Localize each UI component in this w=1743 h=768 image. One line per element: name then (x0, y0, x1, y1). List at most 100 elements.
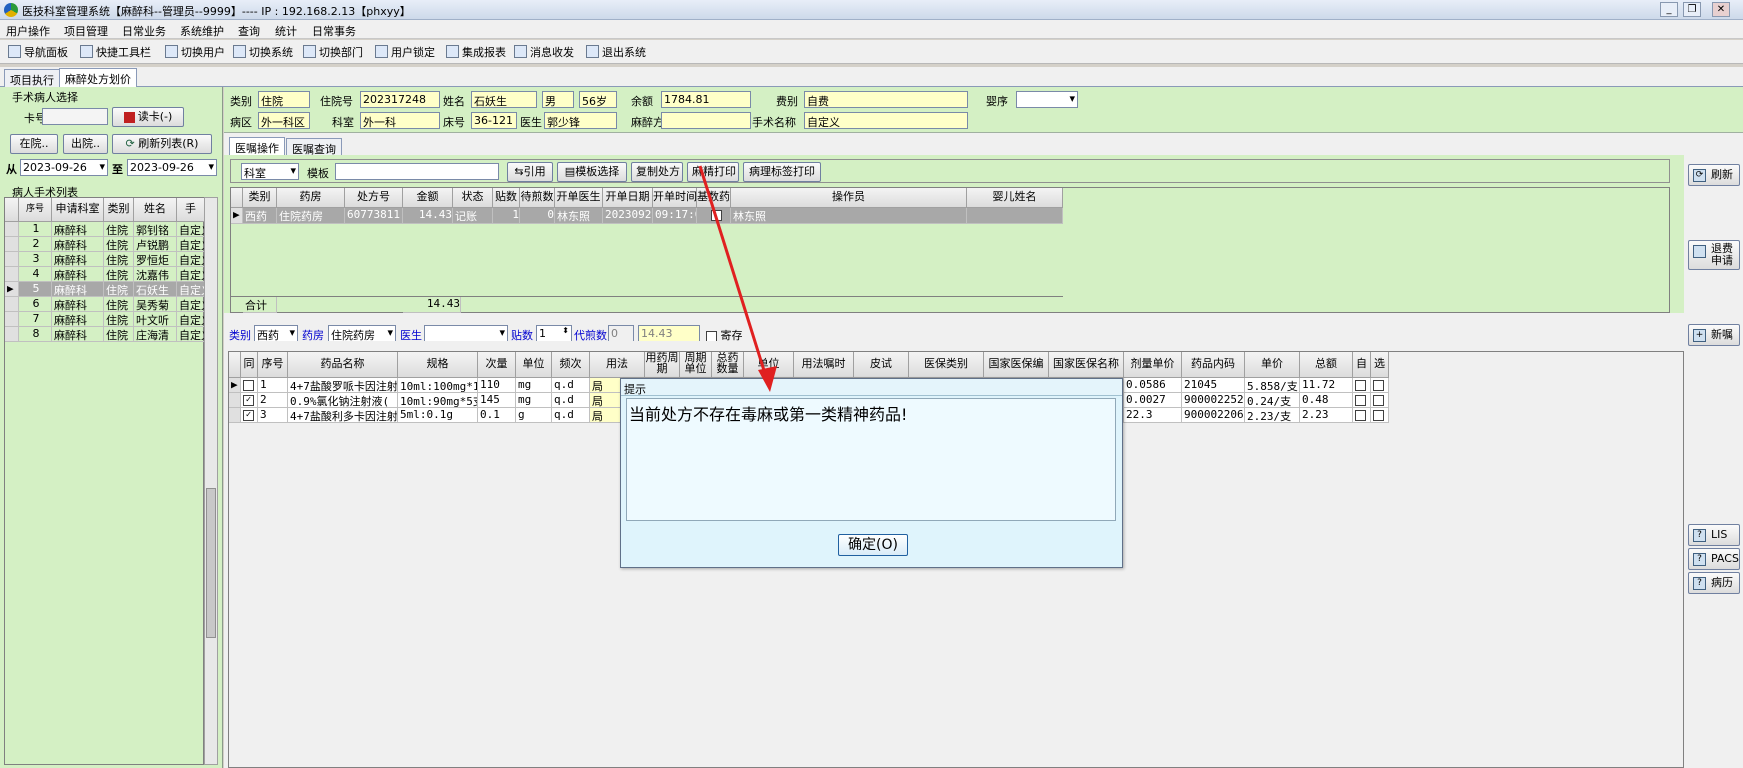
drug-col-header-14[interactable]: 医保类别 (909, 352, 984, 378)
col-header-1[interactable]: 申请科室 (52, 198, 104, 222)
order-col-header-9[interactable]: 开单时间 (653, 188, 697, 208)
ok-button[interactable]: 确定(O) (838, 534, 908, 556)
drug-col-header-1[interactable]: 序号 (258, 352, 288, 378)
user-lock-button[interactable]: 用户锁定 (375, 44, 435, 60)
tab-order-query[interactable]: 医嘱查询 (286, 138, 342, 156)
checkbox-icon[interactable] (706, 330, 717, 342)
lis-button[interactable]: ? LIS (1688, 524, 1740, 546)
list-item[interactable]: 6麻醉科住院吴秀菊自定义 (5, 297, 205, 313)
switch-system-button[interactable]: 切换系统 (233, 44, 293, 60)
medical-record-button[interactable]: ? 病历 (1688, 572, 1740, 594)
new-order-button[interactable]: + 新嘱 (1688, 324, 1740, 346)
order-col-header-8[interactable]: 开单日期 (603, 188, 653, 208)
copy-rx-button[interactable]: 复制处方 (631, 162, 683, 182)
pacs-button[interactable]: ? PACS (1688, 548, 1740, 570)
nav-panel-button[interactable]: 导航面板 (8, 44, 68, 60)
tab-order-ops[interactable]: 医嘱操作 (229, 137, 285, 155)
exit-system-button[interactable]: 退出系统 (586, 44, 646, 60)
drug-col-header-16[interactable]: 国家医保名称 (1049, 352, 1124, 378)
drug-col-header-0[interactable]: 同组 (241, 352, 258, 378)
menu-query[interactable]: 查询 (238, 23, 260, 39)
order-col-header-5[interactable]: 贴数 (493, 188, 520, 208)
order-col-header-4[interactable]: 状态 (453, 188, 493, 208)
order-col-header-10[interactable]: 基数药 (697, 188, 731, 208)
row-checkbox[interactable] (1373, 394, 1384, 406)
baby-no-select[interactable]: ▾ (1016, 91, 1078, 108)
doctor-field[interactable]: 郭少锋 (544, 112, 617, 129)
list-item[interactable]: 4麻醉科住院沈嘉伟自定义 (5, 267, 205, 283)
row-checkbox[interactable] (1355, 379, 1366, 391)
scroll-thumb[interactable] (206, 488, 216, 638)
rx-doctor-select[interactable]: ▾ (424, 325, 508, 342)
read-card-button[interactable]: 读卡(-) (112, 107, 184, 127)
row-checkbox[interactable]: ✓ (243, 409, 254, 421)
minimize-icon[interactable]: _ (1660, 2, 1678, 17)
drug-col-header-12[interactable]: 用法嘱时 (794, 352, 854, 378)
drug-col-header-15[interactable]: 国家医保编码 (984, 352, 1049, 378)
to-date-picker[interactable]: 2023-09-26 ▾ (127, 159, 217, 176)
order-col-header-7[interactable]: 开单医生 (555, 188, 603, 208)
order-col-header-1[interactable]: 药房 (277, 188, 345, 208)
patient-list-scrollbar[interactable] (204, 197, 218, 765)
dose-count-stepper[interactable]: 1 ⬍ (536, 325, 572, 342)
menu-daily-business[interactable]: 日常业务 (122, 23, 166, 39)
menu-daily-affairs[interactable]: 日常事务 (312, 23, 356, 39)
switch-dept-button[interactable]: 切换部门 (303, 44, 363, 60)
close-icon[interactable]: ✕ (1712, 2, 1730, 17)
decoct-field[interactable]: 0 (608, 325, 634, 342)
drug-col-header-7[interactable]: 用法 (590, 352, 645, 378)
drug-col-header-3[interactable]: 规格 (398, 352, 478, 378)
anesthesia-method-field[interactable] (661, 112, 751, 129)
order-col-header-0[interactable]: 类别 (243, 188, 277, 208)
balance-field[interactable]: 1784.81 (661, 91, 751, 108)
menu-statistics[interactable]: 统计 (275, 23, 297, 39)
drug-col-header-13[interactable]: 皮试 (854, 352, 909, 378)
drug-col-header-10[interactable]: 总药数量 (712, 352, 744, 378)
message-button[interactable]: 消息收发 (514, 44, 574, 60)
tab-anesthesia-rx[interactable]: 麻醉处方划价 (59, 68, 137, 88)
order-col-header-3[interactable]: 金额 (403, 188, 453, 208)
order-col-header-2[interactable]: 处方号 (345, 188, 403, 208)
row-checkbox[interactable] (1355, 394, 1366, 406)
drug-col-header-8[interactable]: 用药周期 (645, 352, 680, 378)
inpatient-no-field[interactable]: 202317248 (360, 91, 440, 108)
table-row[interactable]: ▶ 西药 住院药房 60773811 14.43 记账 1 0 林东照 20230926 09:17… (231, 208, 1063, 224)
drug-col-header-9[interactable]: 周期单位 (680, 352, 712, 378)
row-checkbox[interactable] (1373, 379, 1384, 391)
print-pathology-label-button[interactable]: 病理标签打印 (743, 162, 821, 182)
drug-col-header-2[interactable]: 药品名称 (288, 352, 398, 378)
fee-type-field[interactable]: 自费 (804, 91, 968, 108)
name-field[interactable]: 石妖生 (471, 91, 537, 108)
order-col-header-6[interactable]: 待煎数 (520, 188, 555, 208)
col-header-4[interactable]: 手 (177, 198, 205, 222)
switch-user-button[interactable]: 切换用户 (165, 44, 225, 60)
surgery-name-field[interactable]: 自定义 (804, 112, 968, 129)
shortcut-toolbar-button[interactable]: 快捷工具栏 (80, 44, 151, 60)
from-date-picker[interactable]: 2023-09-26 ▾ (20, 159, 108, 176)
in-hospital-button[interactable]: 在院.. (10, 134, 58, 154)
drug-col-header-17[interactable]: 剂量单价 (1124, 352, 1182, 378)
row-checkbox[interactable] (1373, 409, 1384, 421)
discharged-button[interactable]: 出院.. (63, 134, 108, 154)
pharmacy-select[interactable]: 住院药房 ▾ (328, 325, 396, 342)
template-select-button[interactable]: ▤模板选择 (557, 162, 627, 182)
report-button[interactable]: 集成报表 (446, 44, 506, 60)
drug-col-header-19[interactable]: 单价 (1245, 352, 1300, 378)
menu-user-ops[interactable]: 用户操作 (6, 23, 50, 39)
order-col-header-12[interactable]: 婴儿姓名 (967, 188, 1063, 208)
drug-col-header-11[interactable]: 单位 (744, 352, 794, 378)
row-checkbox[interactable] (1355, 409, 1366, 421)
type-field[interactable]: 住院 (258, 91, 310, 108)
rx-type-select[interactable]: 西药 ▾ (254, 325, 298, 342)
col-header-2[interactable]: 类别 (104, 198, 134, 222)
drug-col-header-5[interactable]: 单位 (516, 352, 552, 378)
drug-col-header-21[interactable]: 自费 (1353, 352, 1371, 378)
dept-field[interactable]: 外一科 (360, 112, 440, 129)
list-item[interactable]: 3麻醉科住院罗恒炬自定义 (5, 252, 205, 268)
refund-request-button[interactable]: 退费申请 (1688, 240, 1740, 270)
drug-col-header-6[interactable]: 频次 (552, 352, 590, 378)
restore-icon[interactable]: ❐ (1683, 2, 1701, 17)
col-header-0[interactable]: 序号 (19, 198, 52, 222)
drug-col-header-4[interactable]: 次量 (478, 352, 516, 378)
sex-field[interactable]: 男 (542, 91, 574, 108)
